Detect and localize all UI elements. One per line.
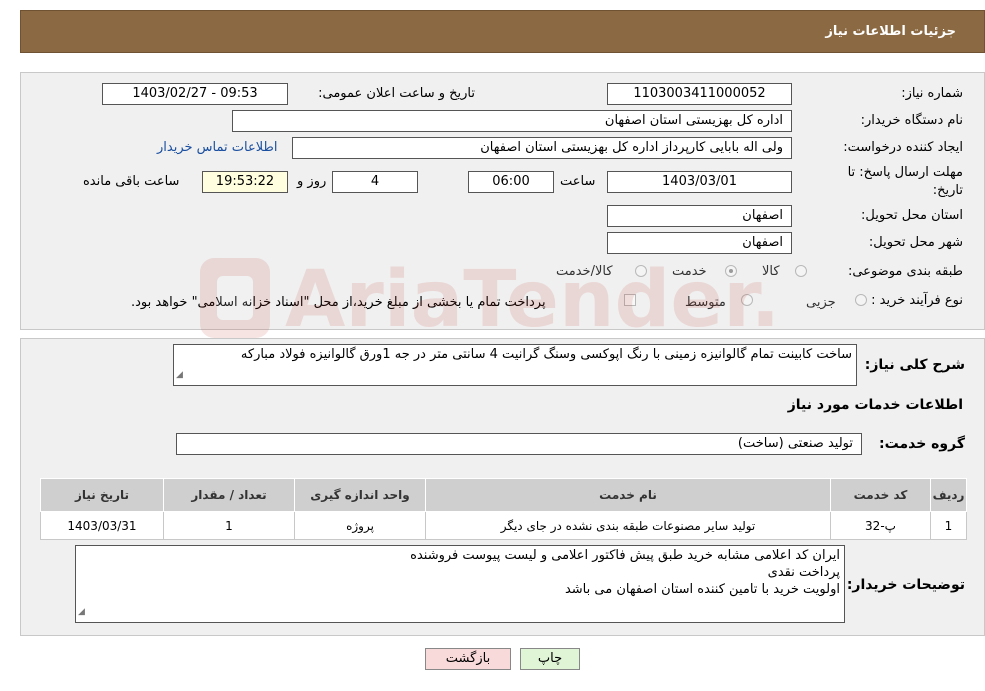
purchase-minor-label: جزیی (806, 295, 836, 310)
table-header-row: ردیف کد خدمت نام خدمت واحد اندازه گیری ت… (40, 478, 967, 512)
print-button[interactable]: چاپ (520, 648, 580, 670)
category-goods-service-label: کالا/خدمت (556, 264, 613, 279)
remaining-days-field: 4 (332, 171, 418, 193)
buyer-note-line: اولویت خرید با تامین کننده استان اصفهان … (564, 582, 840, 597)
category-radio-goods[interactable] (795, 265, 807, 277)
services-table: ردیف کد خدمت نام خدمت واحد اندازه گیری ت… (40, 478, 967, 540)
summary-label: شرح کلی نیاز: (864, 357, 965, 373)
buyer-note-line: پرداخت نقدی (767, 565, 840, 580)
province-field: اصفهان (607, 205, 792, 227)
deadline-time-label: ساعت (560, 174, 596, 189)
table-row: 1 پ-32 تولید سایر مصنوعات طبقه بندی نشده… (40, 511, 967, 540)
col-service-name-header: نام خدمت (425, 478, 831, 512)
remaining-time-field: 19:53:22 (202, 171, 288, 193)
city-field: اصفهان (607, 232, 792, 254)
deadline-label-line1: مهلت ارسال پاسخ: تا (847, 165, 963, 180)
cell-unit: پروژه (294, 511, 426, 540)
creator-field: ولی اله بابایی کارپرداز اداره کل بهزیستی… (292, 137, 792, 159)
treasury-payment-checkbox[interactable] (624, 294, 636, 306)
buyer-contact-link[interactable]: اطلاعات تماس خریدار (157, 140, 277, 155)
need-number-field: 1103003411000052 (607, 83, 792, 105)
purchase-medium-label: متوسط (685, 295, 726, 310)
province-label: استان محل تحویل: (861, 208, 963, 223)
category-service-label: خدمت (672, 264, 707, 279)
announce-date-label: تاریخ و ساعت اعلان عمومی: (318, 86, 475, 101)
buyer-note-line: ایران کد اعلامی مشابه خرید طبق پیش فاکتو… (410, 548, 840, 563)
buyer-org-label: نام دستگاه خریدار: (860, 113, 963, 128)
purchase-type-label: نوع فرآیند خرید : (871, 293, 963, 308)
col-unit-header: واحد اندازه گیری (294, 478, 426, 512)
services-section-title: اطلاعات خدمات مورد نیاز (787, 397, 963, 413)
category-radio-service[interactable] (725, 265, 737, 277)
buyer-org-field: اداره کل بهزیستی استان اصفهان (232, 110, 792, 132)
need-number-label: شماره نیاز: (901, 86, 963, 101)
cell-row-number: 1 (930, 511, 967, 540)
resize-grip-icon[interactable]: ◢ (78, 604, 85, 621)
category-goods-label: کالا (762, 264, 780, 279)
remaining-label: ساعت باقی مانده (83, 174, 180, 189)
days-label: روز و (297, 174, 327, 189)
service-group-label: گروه خدمت: (879, 436, 965, 452)
purchase-radio-medium[interactable] (741, 294, 753, 306)
cell-service-code: پ-32 (830, 511, 931, 540)
service-group-field: تولید صنعتی (ساخت) (176, 433, 862, 455)
buyer-notes-textarea[interactable]: ایران کد اعلامی مشابه خرید طبق پیش فاکتو… (75, 545, 845, 623)
deadline-time-field: 06:00 (468, 171, 554, 193)
category-radio-goods-service[interactable] (635, 265, 647, 277)
page-header: جزئیات اطلاعات نیاز (20, 10, 985, 53)
treasury-payment-note: پرداخت تمام یا بخشی از مبلغ خرید،از محل … (131, 295, 546, 310)
cell-need-date: 1403/03/31 (40, 511, 164, 540)
purchase-radio-minor[interactable] (855, 294, 867, 306)
buyer-notes-label: توضیحات خریدار: (846, 577, 965, 593)
resize-grip-icon[interactable]: ◢ (176, 367, 183, 384)
cell-service-name: تولید سایر مصنوعات طبقه بندی نشده در جای… (425, 511, 831, 540)
col-service-code-header: کد خدمت (830, 478, 931, 512)
category-label: طبقه بندی موضوعی: (847, 264, 963, 279)
cell-quantity: 1 (163, 511, 295, 540)
announce-date-field: 1403/02/27 - 09:53 (102, 83, 288, 105)
creator-label: ایجاد کننده درخواست: (843, 140, 963, 155)
col-date-header: تاریخ نیاز (40, 478, 164, 512)
deadline-label-line2: تاریخ: (932, 183, 963, 198)
page-title: جزئیات اطلاعات نیاز (825, 24, 956, 39)
col-quantity-header: تعداد / مقدار (163, 478, 295, 512)
summary-textarea[interactable]: ساخت کابینت تمام گالوانیزه زمینی با رنگ … (173, 344, 857, 386)
summary-text: ساخت کابینت تمام گالوانیزه زمینی با رنگ … (240, 347, 852, 362)
deadline-date-field: 1403/03/01 (607, 171, 792, 193)
col-row-header: ردیف (930, 478, 967, 512)
back-button[interactable]: بازگشت (425, 648, 511, 670)
city-label: شهر محل تحویل: (868, 235, 963, 250)
